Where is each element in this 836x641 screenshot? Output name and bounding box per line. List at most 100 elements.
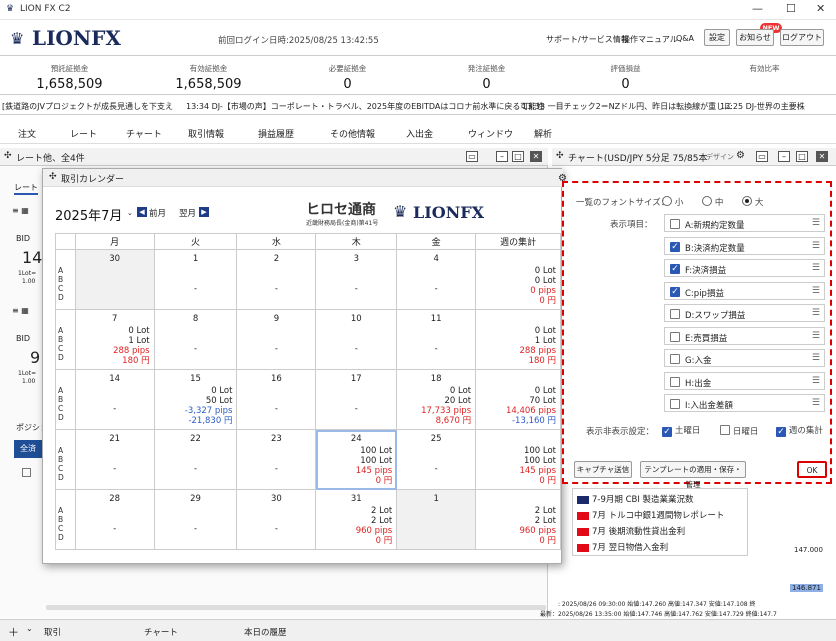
day-cell[interactable]: 25 -: [396, 429, 477, 490]
day-cell[interactable]: 30: [74, 249, 155, 310]
settle-all-button[interactable]: 全済: [14, 440, 42, 458]
font-large-radio[interactable]: 大: [742, 195, 763, 208]
week-total-cell[interactable]: 2 Lot 2 Lot 960 pips 0 円: [475, 489, 561, 550]
menu-deposit[interactable]: 入出金: [406, 127, 433, 140]
prev-month-button[interactable]: 前月: [149, 207, 166, 219]
template-button[interactable]: テンプレートの適用・保存・管理: [640, 461, 746, 489]
week-total-cell[interactable]: 0 Lot 1 Lot 288 pips 180 円: [475, 309, 561, 370]
hide-option[interactable]: 日曜日: [720, 424, 758, 437]
drag-handle-icon[interactable]: ☰: [812, 398, 820, 408]
drag-handle-icon[interactable]: ☰: [812, 218, 820, 228]
day-cell[interactable]: 21 -: [74, 429, 155, 490]
capture-send-button[interactable]: キャプチャ送信: [574, 461, 632, 478]
item-checkbox[interactable]: [670, 219, 680, 229]
hide-checkbox[interactable]: ✓: [776, 427, 786, 437]
menu-other-info[interactable]: その他情報: [330, 127, 375, 140]
ticker-item[interactable]: 13:34 DJ-【市場の声】コーポレート・トラベル、2025年度のEBITDA…: [186, 101, 544, 112]
maximize-button[interactable]: ☐: [786, 2, 796, 15]
rate-value[interactable]: 14: [22, 248, 42, 267]
panel-minimize-icon[interactable]: –: [778, 151, 790, 162]
chevron-down-icon[interactable]: ⌄: [26, 624, 33, 633]
hide-checkbox[interactable]: [720, 425, 730, 435]
list-item[interactable]: 7月 トルコ中銀1週間物レポレート: [577, 509, 724, 521]
display-item-row[interactable]: I:入出金差額 ☰: [664, 394, 825, 412]
item-checkbox[interactable]: ✓: [670, 286, 680, 297]
day-cell[interactable]: 3-: [315, 249, 398, 310]
item-checkbox[interactable]: [670, 376, 680, 387]
display-item-row[interactable]: ✓ C:pip損益 ☰: [664, 281, 825, 300]
day-cell[interactable]: 2-: [236, 249, 317, 310]
week-total-cell[interactable]: 0 Lot 0 Lot 0 pips 0 円: [475, 249, 561, 310]
item-checkbox[interactable]: [670, 331, 680, 342]
day-cell[interactable]: 24 100 Lot 100 Lot 145 pips 0 円: [315, 429, 398, 490]
ticker-item[interactable]: [鉄道路のJVプロジェクトが成長見通しを下支え: [2, 101, 173, 112]
drag-handle-icon[interactable]: ☰: [812, 331, 820, 341]
day-cell[interactable]: 31 2 Lot 2 Lot 960 pips 0 円: [315, 489, 398, 550]
menu-rate[interactable]: レート: [70, 127, 97, 140]
settings-button[interactable]: 設定: [704, 29, 730, 46]
day-cell[interactable]: 22 -: [153, 429, 238, 490]
day-cell[interactable]: 18 0 Lot 20 Lot 17,733 pips 8,670 円: [396, 369, 477, 430]
day-cell[interactable]: 11 -: [396, 309, 477, 370]
list-item[interactable]: 7月 翌日物借入金利: [577, 541, 668, 553]
display-item-row[interactable]: A:新規約定数量 ☰: [664, 214, 825, 232]
menu-order[interactable]: 注文: [18, 127, 36, 140]
drag-handle-icon[interactable]: ☰: [812, 241, 820, 251]
day-cell[interactable]: 14 -: [74, 369, 155, 430]
display-item-row[interactable]: ✓ B:決済約定数量 ☰: [664, 236, 825, 255]
ticker-item[interactable]: 13:25 DJ-世界の主要株: [720, 101, 805, 112]
day-cell[interactable]: 9-: [236, 309, 317, 370]
drag-handle-icon[interactable]: ☰: [812, 376, 820, 386]
day-cell[interactable]: 4-: [396, 249, 477, 310]
support-link[interactable]: サポート/サービス情報: [546, 34, 629, 45]
day-cell[interactable]: 30 -: [236, 489, 317, 550]
menu-chart[interactable]: チャート: [126, 127, 162, 140]
gear-icon[interactable]: ⚙: [736, 150, 745, 161]
day-cell[interactable]: 29 -: [153, 489, 238, 550]
hide-option[interactable]: ✓ 週の集計: [776, 424, 823, 437]
display-item-row[interactable]: G:入金 ☰: [664, 349, 825, 367]
faq-link[interactable]: Q&A: [676, 34, 694, 43]
day-cell[interactable]: 10 -: [315, 309, 398, 370]
notice-button[interactable]: お知らせ: [736, 29, 774, 46]
chevron-down-icon[interactable]: ⌄: [127, 209, 133, 217]
hide-option[interactable]: ✓ 土曜日: [662, 424, 700, 437]
horizontal-scrollbar[interactable]: [46, 605, 546, 610]
checkbox[interactable]: [22, 468, 31, 477]
panel-maximize-icon[interactable]: □: [512, 151, 524, 162]
menu-analysis[interactable]: 解析: [534, 127, 552, 140]
item-checkbox[interactable]: ✓: [670, 241, 680, 252]
font-medium-radio[interactable]: 中: [702, 195, 723, 208]
item-checkbox[interactable]: ✓: [670, 264, 680, 274]
item-checkbox[interactable]: [670, 309, 680, 319]
gear-icon[interactable]: ⚙: [558, 173, 567, 184]
panel-close-icon[interactable]: ✕: [816, 151, 828, 162]
rate-value[interactable]: 9: [30, 348, 40, 367]
day-cell[interactable]: 16 -: [236, 369, 317, 430]
week-total-cell[interactable]: 0 Lot 70 Lot 14,406 pips -13,160 円: [475, 369, 561, 430]
prev-month-icon[interactable]: ◀: [137, 207, 147, 217]
font-small-radio[interactable]: 小: [662, 195, 683, 208]
drag-handle-icon[interactable]: ☰: [812, 308, 820, 318]
move-icon[interactable]: ✣: [49, 172, 57, 182]
close-button[interactable]: ✕: [816, 2, 825, 15]
panel-minimize-icon[interactable]: –: [496, 151, 508, 162]
drag-handle-icon[interactable]: ☰: [812, 286, 820, 296]
tab-today-history[interactable]: 本日の履歴: [244, 626, 287, 638]
drag-handle-icon[interactable]: ☰: [812, 353, 820, 363]
list-item[interactable]: 7月 後期流動性貸出金利: [577, 525, 685, 537]
display-item-row[interactable]: ✓ F:決済損益 ☰: [664, 259, 825, 277]
day-cell[interactable]: 1-: [153, 249, 238, 310]
day-cell[interactable]: 8-: [153, 309, 238, 370]
add-tab-button[interactable]: ＋: [8, 624, 19, 640]
tab-chart[interactable]: チャート: [144, 626, 178, 638]
display-item-row[interactable]: H:出金 ☰: [664, 371, 825, 390]
move-icon[interactable]: ✣: [4, 151, 12, 161]
item-checkbox[interactable]: [670, 399, 680, 409]
menu-trade-info[interactable]: 取引情報: [188, 127, 224, 140]
minimize-button[interactable]: —: [752, 2, 763, 15]
move-icon[interactable]: ✣: [556, 151, 564, 161]
tab-rate[interactable]: レート: [14, 182, 38, 195]
item-checkbox[interactable]: [670, 354, 680, 364]
hide-checkbox[interactable]: ✓: [662, 427, 672, 437]
